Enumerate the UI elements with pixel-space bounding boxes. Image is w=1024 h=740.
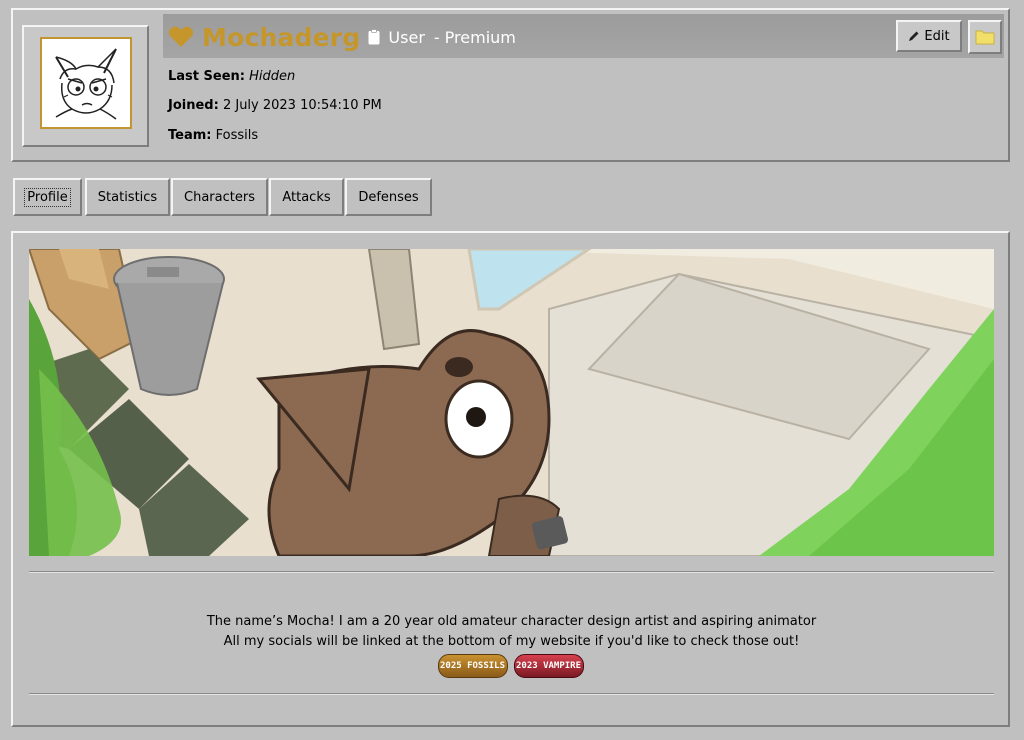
tab-profile[interactable]: Profile [13, 178, 82, 216]
username-row: Mochaderg User - Premium [168, 22, 516, 52]
clipboard-icon [368, 29, 380, 45]
profile-card: Mochaderg User - Premium Edit Last Seen:… [11, 8, 1010, 162]
pencil-icon [909, 31, 919, 41]
folder-icon [975, 30, 995, 45]
badge-2025-fossils[interactable]: 2025 FOSSILS [437, 654, 508, 678]
avatar-image [40, 37, 132, 129]
tab-attacks-label: Attacks [282, 189, 331, 205]
badge-2023-vampire-text: 2023 VAMPIRE [515, 661, 582, 671]
last-seen-row: Last Seen: Hidden [168, 69, 295, 84]
badge-row: 2025 FOSSILS 2023 VAMPIRE [13, 654, 1008, 678]
membership-tier: Premium [444, 27, 516, 47]
avatar[interactable] [22, 25, 149, 147]
profile-banner-image [29, 249, 994, 556]
tab-characters-label: Characters [184, 189, 255, 205]
team-label: Team: [168, 128, 212, 143]
tab-attacks[interactable]: Attacks [269, 178, 344, 216]
bio-line-2: All my socials will be linked at the bot… [223, 634, 800, 649]
role-separator: - [433, 27, 440, 47]
badge-2023-vampire[interactable]: 2023 VAMPIRE [513, 654, 584, 678]
folder-button[interactable] [968, 20, 1002, 54]
tab-statistics[interactable]: Statistics [85, 178, 170, 216]
team-value: Fossils [215, 128, 259, 143]
tab-defenses-label: Defenses [358, 189, 419, 205]
last-seen-value: Hidden [249, 69, 296, 84]
joined-label: Joined: [168, 98, 219, 113]
edit-button-label: Edit [924, 28, 950, 44]
tab-statistics-label: Statistics [97, 189, 158, 205]
joined-value: 2 July 2023 10:54:10 PM [222, 98, 382, 113]
heart-icon [168, 26, 194, 47]
divider-top [29, 571, 994, 573]
divider-bottom [29, 693, 994, 695]
team-row: Team: Fossils [168, 128, 258, 143]
bio-line-1: The name’s Mocha! I am a 20 year old ama… [206, 614, 817, 629]
bio: The name’s Mocha! I am a 20 year old ama… [29, 612, 994, 652]
edit-button[interactable]: Edit [896, 20, 962, 52]
tab-defenses[interactable]: Defenses [345, 178, 432, 216]
last-seen-label: Last Seen: [168, 69, 245, 84]
badge-2025-fossils-text: 2025 FOSSILS [439, 661, 506, 671]
tab-profile-label: Profile [24, 187, 71, 207]
user-role: User [388, 27, 425, 47]
tab-characters[interactable]: Characters [171, 178, 268, 216]
username: Mochaderg [202, 22, 361, 52]
profile-content-panel: The name’s Mocha! I am a 20 year old ama… [11, 231, 1010, 727]
joined-row: Joined: 2 July 2023 10:54:10 PM [168, 98, 382, 113]
